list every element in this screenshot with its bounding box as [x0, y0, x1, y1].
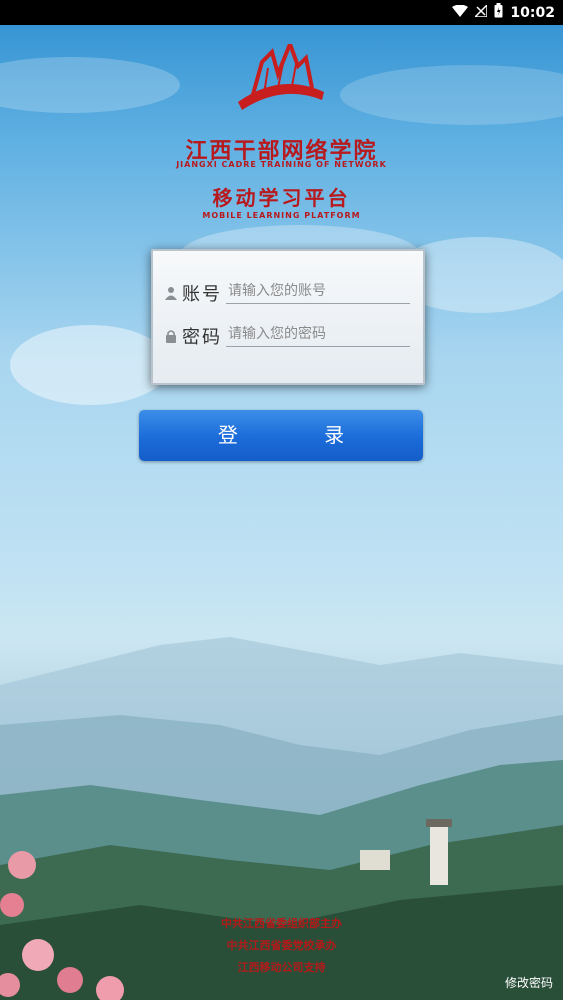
account-row: 账号	[165, 277, 410, 305]
change-password-link[interactable]: 修改密码	[505, 974, 553, 991]
footer-organizer: 中共江西省委组织部主办	[221, 917, 342, 930]
lock-icon	[165, 328, 177, 343]
footer-support: 江西移动公司支持	[237, 961, 326, 974]
account-label: 账号	[182, 284, 222, 305]
footer-host: 中共江西省委党校承办	[226, 939, 337, 952]
app-title-english: JIANGXI CADRE TRAINING OF NETWORK	[176, 160, 387, 169]
platform-title: 移动学习平台	[212, 186, 351, 210]
account-input[interactable]	[226, 279, 410, 304]
password-label: 密码	[182, 327, 222, 348]
status-bar: 10:02	[0, 0, 563, 25]
login-form: 账号 密码	[151, 249, 425, 385]
wifi-icon	[452, 4, 469, 21]
login-button[interactable]: 登 录	[139, 410, 423, 461]
password-input[interactable]	[226, 322, 410, 347]
platform-title-english: MOBILE LEARNING PLATFORM	[202, 211, 361, 220]
logo	[232, 38, 330, 116]
battery-icon	[494, 3, 503, 22]
no-signal-icon	[473, 2, 489, 21]
password-row: 密码	[165, 320, 410, 348]
user-icon	[165, 285, 177, 300]
clock: 10:02	[510, 4, 555, 21]
background-landscape	[0, 25, 563, 1000]
